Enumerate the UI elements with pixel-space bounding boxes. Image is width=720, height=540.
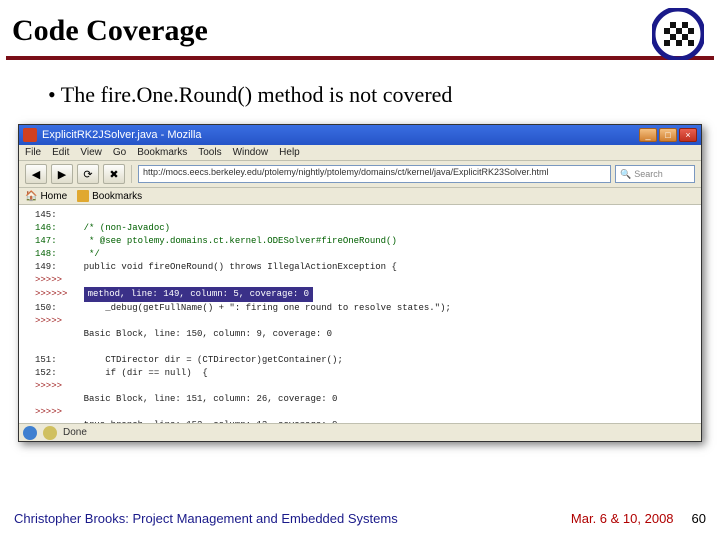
folder-icon <box>77 190 89 202</box>
menu-window[interactable]: Window <box>233 147 269 158</box>
bookmark-bookmarks[interactable]: Bookmarks <box>77 190 142 202</box>
code-coverage-pane: 145: 146: /* (non-Javadoc) 147: * @see p… <box>19 205 701 423</box>
code-line: 147: * @see ptolemy.domains.ct.kernel.OD… <box>35 235 701 248</box>
menu-help[interactable]: Help <box>279 147 300 158</box>
menu-edit[interactable]: Edit <box>52 147 69 158</box>
slide-title: Code Coverage <box>0 0 720 56</box>
menu-go[interactable]: Go <box>113 147 126 158</box>
bookmarks-bar: 🏠 Home Bookmarks <box>19 188 701 205</box>
menu-file[interactable]: File <box>25 147 41 158</box>
toolbar-separator <box>131 165 132 183</box>
coverage-info: Basic Block, line: 150, column: 9, cover… <box>35 328 701 341</box>
code-line: 152: if (dir == null) { <box>35 367 701 380</box>
forward-button[interactable]: ▶ <box>51 164 73 184</box>
reload-button[interactable]: ⟳ <box>77 164 99 184</box>
mozilla-throbber-icon <box>23 426 37 440</box>
search-placeholder: Search <box>634 169 663 179</box>
status-text: Done <box>63 427 87 438</box>
mozilla-icon <box>23 128 37 142</box>
minimize-button[interactable]: _ <box>639 128 657 142</box>
coverage-tooltip: method, line: 149, column: 5, coverage: … <box>84 287 313 302</box>
code-line: 148: */ <box>35 248 701 261</box>
code-line: 151: CTDirector dir = (CTDirector)getCon… <box>35 354 701 367</box>
slide-footer: Christopher Brooks: Project Management a… <box>14 511 706 526</box>
search-icon: 🔍 <box>620 169 631 180</box>
stop-button[interactable]: ✖ <box>103 164 125 184</box>
footer-page-number: 60 <box>692 511 706 526</box>
back-button[interactable]: ◀ <box>25 164 47 184</box>
code-line: 150: _debug(getFullName() + ": firing on… <box>35 302 701 315</box>
code-line: 146: /* (non-Javadoc) <box>35 222 701 235</box>
browser-window: ExplicitRK2JSolver.java - Mozilla _ □ × … <box>18 124 702 442</box>
bullet-point: • The fire.One.Round() method is not cov… <box>48 82 720 108</box>
toolbar: ◀ ▶ ⟳ ✖ http://mocs.eecs.berkeley.edu/pt… <box>19 161 701 188</box>
checkered-logo <box>652 8 704 60</box>
window-title: ExplicitRK2JSolver.java - Mozilla <box>42 129 639 141</box>
maximize-button[interactable]: □ <box>659 128 677 142</box>
title-divider <box>6 56 714 60</box>
uncovered-marker: >>>>> <box>35 406 701 419</box>
code-line: 149: public void fireOneRound() throws I… <box>35 261 701 274</box>
titlebar: ExplicitRK2JSolver.java - Mozilla _ □ × <box>19 125 701 145</box>
lock-icon <box>43 426 57 440</box>
menu-tools[interactable]: Tools <box>198 147 221 158</box>
bookmark-home[interactable]: 🏠 Home <box>25 191 67 202</box>
blank-line <box>35 341 701 354</box>
uncovered-marker: >>>>> <box>35 380 701 393</box>
status-bar: Done <box>19 423 701 441</box>
menubar: File Edit View Go Bookmarks Tools Window… <box>19 145 701 161</box>
bookmark-bookmarks-label: Bookmarks <box>92 191 142 202</box>
uncovered-marker: >>>>>> method, line: 149, column: 5, cov… <box>35 287 701 302</box>
uncovered-marker: >>>>> <box>35 315 701 328</box>
coverage-info: Basic Block, line: 151, column: 26, cove… <box>35 393 701 406</box>
menu-view[interactable]: View <box>80 147 102 158</box>
close-button[interactable]: × <box>679 128 697 142</box>
footer-author: Christopher Brooks: Project Management a… <box>14 511 571 526</box>
uncovered-marker: >>>>> <box>35 274 701 287</box>
search-input[interactable]: 🔍 Search <box>615 165 695 183</box>
bookmark-home-label: Home <box>40 191 67 202</box>
address-bar[interactable]: http://mocs.eecs.berkeley.edu/ptolemy/ni… <box>138 165 611 183</box>
footer-date: Mar. 6 & 10, 2008 <box>571 511 674 526</box>
home-icon: 🏠 <box>25 191 37 202</box>
menu-bookmarks[interactable]: Bookmarks <box>137 147 187 158</box>
code-line: 145: <box>35 209 701 222</box>
